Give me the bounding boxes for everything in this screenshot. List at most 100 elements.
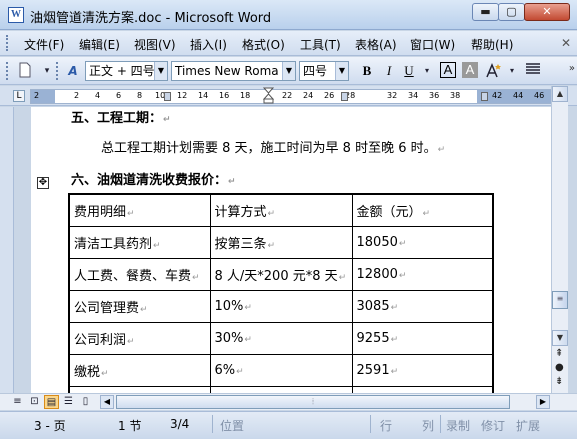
table-header-cell[interactable]: 费用明细↵ — [68, 193, 211, 227]
menu-view[interactable]: 视图(V) — [134, 36, 176, 53]
close-document-icon[interactable]: ✕ — [561, 36, 571, 50]
style-select[interactable]: 正文 + 四号 ▼ — [85, 61, 168, 81]
table-cell[interactable]: 按第三条↵ — [209, 225, 353, 259]
status-revision[interactable]: 修订 — [481, 417, 505, 434]
document-page[interactable]: 五、工程工期：↵ 总工程工期计划需要 8 天，施工时间为早 8 时至晚 6 时。… — [31, 107, 551, 393]
ruler-number: 2 — [34, 91, 40, 100]
menu-window[interactable]: 窗口(W) — [410, 36, 455, 53]
column-marker[interactable] — [481, 92, 488, 101]
vertical-ruler[interactable] — [0, 107, 14, 393]
character-shading-button[interactable]: A — [462, 62, 478, 78]
indent-marker-icon[interactable] — [263, 87, 274, 105]
select-browse-object-icon[interactable]: ● — [555, 362, 564, 373]
horizontal-scrollbar[interactable]: ≡ ⊡ ▤ ☰ ▯ ◀ ⦙ ▶ — [0, 393, 577, 410]
table-move-handle-icon[interactable]: ✥ — [37, 177, 49, 189]
menu-format[interactable]: 格式(O) — [242, 36, 285, 53]
table-cell[interactable]: 公司利润↵ — [68, 321, 211, 355]
status-record[interactable]: 录制 — [446, 417, 470, 434]
table-cell[interactable]: 18050↵ — [351, 225, 494, 259]
horizontal-ruler[interactable]: 2 2 4 6 8 10 12 14 16 18 22 24 26 28 32 … — [30, 87, 553, 105]
table-header-cell[interactable]: 金额（元）↵ — [351, 193, 494, 227]
table-cell[interactable]: 9255↵ — [351, 321, 494, 355]
vertical-scrollbar[interactable]: ▲ ≡ ▼ ⇞ ● ⇟ — [551, 86, 568, 393]
fee-table[interactable]: 费用明细↵ 计算方式↵ 金额（元）↵ 清洁工具药剂↵ 按第三条↵ 18050↵ … — [68, 193, 494, 393]
cell-text: 金额（元） — [356, 204, 422, 220]
outline-view-icon[interactable]: ☰ — [61, 395, 76, 409]
table-cell[interactable]: 8 人/天*200 元*8 天↵ — [209, 257, 353, 291]
font-select[interactable]: Times New Roma ▼ — [171, 61, 296, 81]
vertical-scroll-thumb[interactable]: ≡ — [552, 291, 568, 309]
print-layout-icon[interactable]: ▤ — [44, 395, 59, 409]
menu-tools[interactable]: 工具(T) — [300, 36, 341, 53]
table-cell[interactable]: 清洁工具药剂↵ — [68, 225, 211, 259]
table-cell[interactable] — [209, 385, 353, 393]
web-layout-icon[interactable]: ⊡ — [27, 395, 42, 409]
minimize-button[interactable]: ▬ — [472, 3, 499, 21]
formatting-toolbar: ▾ A 正文 + 四号 ▼ Times New Roma ▼ 四号 ▼ B I … — [0, 57, 577, 85]
status-divider — [370, 415, 371, 433]
scroll-left-icon[interactable]: ◀ — [100, 395, 114, 409]
chevron-down-icon[interactable]: ▼ — [154, 62, 167, 80]
underline-button[interactable]: U — [400, 62, 418, 80]
bold-button[interactable]: B — [358, 62, 376, 80]
menu-edit[interactable]: 编辑(E) — [79, 36, 120, 53]
table-cell[interactable]: 缴税↵ — [68, 353, 211, 387]
cell-text: 公司利润 — [74, 332, 127, 348]
table-cell[interactable]: 3085↵ — [351, 289, 494, 323]
align-justify-icon[interactable] — [524, 62, 542, 80]
text-effects-dropdown-icon[interactable]: ▾ — [503, 62, 521, 80]
scroll-right-icon[interactable]: ▶ — [536, 395, 550, 409]
scroll-up-icon[interactable]: ▲ — [552, 86, 568, 102]
text-effects-icon[interactable] — [484, 62, 502, 80]
character-border-button[interactable]: A — [440, 62, 456, 78]
menu-table[interactable]: 表格(A) — [355, 36, 397, 53]
chevron-down-icon[interactable]: ▼ — [282, 62, 295, 80]
menu-insert[interactable]: 插入(I) — [190, 36, 227, 53]
next-page-icon[interactable]: ⇟ — [555, 376, 563, 387]
table-cell[interactable]: 6%↵ — [209, 353, 353, 387]
chevron-down-icon[interactable]: ▼ — [335, 62, 348, 80]
cell-text: 费用明细 — [74, 204, 127, 220]
italic-button[interactable]: I — [380, 62, 398, 80]
toolbar-grip[interactable] — [6, 62, 9, 80]
dropdown-arrow-icon[interactable]: ▾ — [38, 62, 56, 80]
menu-help[interactable]: 帮助(H) — [471, 36, 513, 53]
tab-selector[interactable]: L — [13, 90, 25, 102]
table-row: 人工费、餐费、车费↵ 8 人/天*200 元*8 天↵ 12800↵ — [68, 257, 494, 291]
ruler-number: 4 — [95, 91, 101, 100]
normal-view-icon[interactable]: ≡ — [10, 395, 25, 409]
cell-text: 12800 — [356, 266, 398, 282]
toolbar-grip-2[interactable] — [56, 62, 59, 80]
table-cell[interactable]: 公司管理费↵ — [68, 289, 211, 323]
table-cell[interactable]: 30%↵ — [209, 321, 353, 355]
underline-dropdown-icon[interactable]: ▾ — [418, 62, 436, 80]
close-button[interactable]: ✕ — [524, 3, 570, 21]
menu-grip[interactable] — [6, 35, 9, 51]
toolbar-options-icon[interactable]: » — [569, 63, 575, 74]
menu-file[interactable]: 文件(F) — [24, 36, 64, 53]
scroll-down-icon[interactable]: ▼ — [552, 330, 568, 346]
table-cell[interactable] — [351, 385, 494, 393]
table-cell[interactable]: 2591↵ — [351, 353, 494, 387]
styles-pane-icon[interactable]: A — [64, 62, 82, 80]
reading-layout-icon[interactable]: ▯ — [78, 395, 93, 409]
status-extend[interactable]: 扩展 — [516, 417, 540, 434]
column-marker[interactable] — [341, 92, 348, 101]
table-header-cell[interactable]: 计算方式↵ — [209, 193, 353, 227]
document-area[interactable]: 五、工程工期：↵ 总工程工期计划需要 8 天，施工时间为早 8 时至晚 6 时。… — [14, 107, 551, 393]
horizontal-scroll-thumb[interactable]: ⦙ — [116, 395, 510, 409]
font-size-select[interactable]: 四号 ▼ — [299, 61, 349, 81]
word-doc-icon[interactable]: W — [8, 7, 24, 23]
table-cell[interactable]: 人工费、餐费、车费↵ — [68, 257, 211, 291]
maximize-button[interactable]: ▢ — [498, 3, 525, 21]
table-cell[interactable] — [68, 385, 211, 393]
previous-page-icon[interactable]: ⇞ — [555, 348, 563, 359]
section-heading-5-text: 五、工程工期： — [71, 111, 163, 126]
cell-mark: ↵ — [390, 302, 399, 313]
new-document-icon[interactable] — [16, 62, 34, 80]
cell-mark: ↵ — [127, 208, 135, 219]
column-marker[interactable] — [164, 92, 171, 101]
table-cell[interactable]: 12800↵ — [351, 257, 494, 291]
cell-mark: ↵ — [398, 270, 407, 281]
table-cell[interactable]: 10%↵ — [209, 289, 353, 323]
